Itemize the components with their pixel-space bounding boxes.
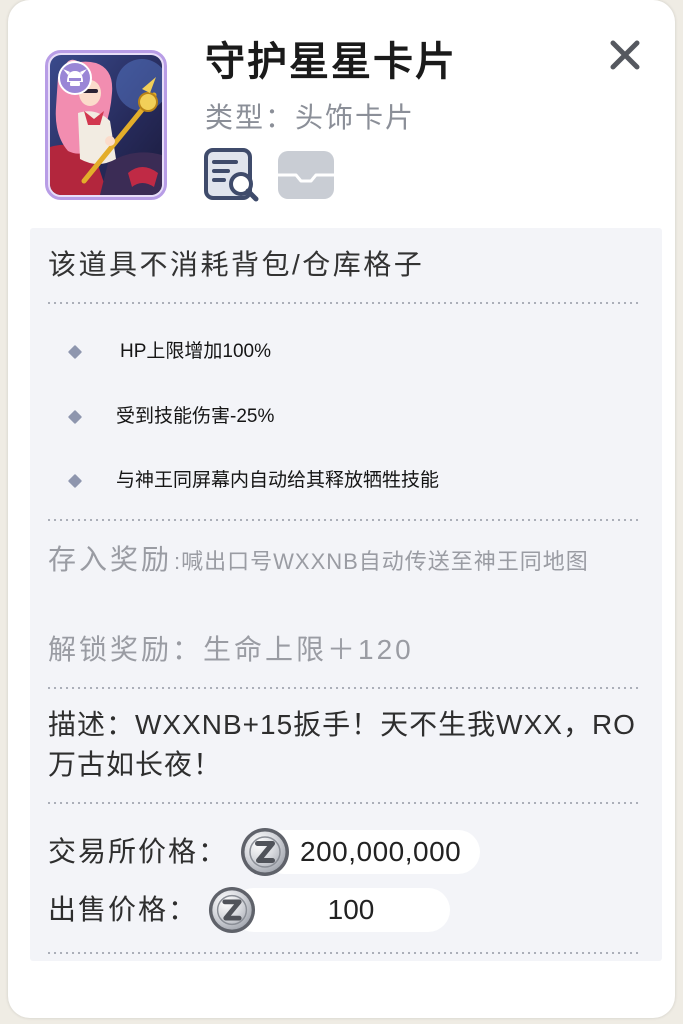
diamond-bullet-icon bbox=[67, 409, 83, 425]
unlock-reward: 解锁奖励：生命上限＋120 bbox=[48, 634, 414, 665]
inspect-button[interactable] bbox=[203, 147, 261, 203]
card-portrait bbox=[45, 50, 167, 200]
close-icon bbox=[610, 40, 640, 70]
description-line: 万古如长夜！ bbox=[48, 749, 223, 780]
item-detail-card: 守护星星卡片 类型：头饰卡片 该道具不消耗背包/仓库格子 HP上限增加100% … bbox=[8, 0, 675, 1018]
divider bbox=[48, 802, 640, 804]
item-info-panel: 该道具不消耗背包/仓库格子 HP上限增加100% 受到技能伤害-25% 与神王同… bbox=[30, 228, 662, 961]
search-document-icon bbox=[204, 148, 259, 202]
divider bbox=[48, 687, 640, 689]
description-line: 描述：WXXNB+15扳手！天不生我WXX，RO bbox=[48, 709, 636, 740]
item-type: 类型：头饰卡片 bbox=[205, 102, 416, 133]
divider bbox=[48, 952, 640, 954]
storage-notice: 该道具不消耗背包/仓库格子 bbox=[48, 249, 425, 280]
deposit-reward-text: :喊出口号WXXNB自动传送至神王同地图 bbox=[174, 549, 589, 574]
effect-text: 与神王同屏幕内自动给其释放牺牲技能 bbox=[116, 470, 440, 491]
helmet-icon bbox=[57, 60, 93, 96]
exchange-price-value: 200,000,000 bbox=[262, 830, 480, 874]
close-button[interactable] bbox=[606, 36, 644, 74]
inbox-tray-icon bbox=[278, 151, 334, 199]
effect-text: 受到技能伤害-25% bbox=[116, 406, 275, 427]
sell-price-value: 100 bbox=[232, 888, 450, 932]
deposit-reward-label: 存入奖励 bbox=[48, 544, 173, 575]
divider bbox=[48, 302, 640, 304]
deposit-reward: 存入奖励 :喊出口号WXXNB自动传送至神王同地图 bbox=[48, 542, 589, 578]
diamond-bullet-icon bbox=[67, 473, 83, 489]
diamond-bullet-icon bbox=[67, 344, 83, 360]
storage-button[interactable] bbox=[275, 148, 337, 202]
item-title: 守护星星卡片 bbox=[205, 40, 457, 84]
divider bbox=[48, 519, 640, 521]
zeny-coin-icon bbox=[240, 827, 290, 877]
zeny-coin-icon bbox=[208, 886, 256, 934]
exchange-price-label: 交易所价格： bbox=[48, 836, 229, 867]
effect-text: HP上限增加100% bbox=[120, 341, 271, 362]
sell-price-label: 出售价格： bbox=[48, 894, 199, 925]
